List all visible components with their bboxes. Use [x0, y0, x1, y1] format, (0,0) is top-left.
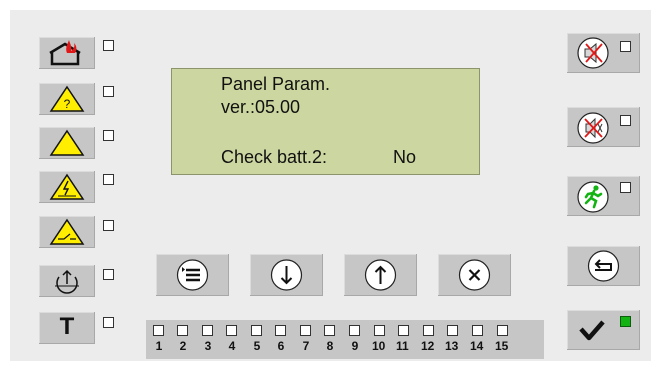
line-warning-icon	[49, 218, 85, 245]
lcd-line-1: Panel Param.	[221, 74, 331, 94]
zone-number: 7	[302, 339, 310, 353]
disable-led	[103, 269, 114, 280]
zone-led	[447, 325, 458, 336]
control-panel: ? T Panel Param. ver.:05.00 Check batt.2…	[10, 10, 651, 361]
zone-10: 10	[372, 320, 395, 359]
zone-14: 14	[470, 320, 493, 359]
line-fault-button[interactable]	[39, 216, 95, 248]
line-fault-led	[103, 220, 114, 231]
test-button[interactable]: T	[39, 312, 95, 344]
mute-sounder-led	[620, 41, 631, 52]
zone-led	[324, 325, 335, 336]
zone-11: 11	[396, 320, 419, 359]
zone-number: 15	[495, 339, 509, 353]
enter-return-icon	[587, 250, 620, 282]
fire-alarm-led	[103, 40, 114, 51]
zone-led	[202, 325, 213, 336]
zone-led	[497, 325, 508, 336]
power-fault-led	[103, 174, 114, 185]
zone-number: 14	[470, 339, 484, 353]
fire-alarm-button[interactable]	[39, 37, 95, 69]
zone-led	[349, 325, 360, 336]
zone-12: 12	[421, 320, 444, 359]
lcd-line-3-label: Check batt.2:	[221, 147, 328, 167]
zone-led	[275, 325, 286, 336]
zone-1: 1	[152, 320, 174, 359]
cancel-button[interactable]	[438, 254, 511, 296]
mute-buzzer-led	[620, 115, 631, 126]
power-fault-button[interactable]	[39, 171, 95, 203]
zone-led	[300, 325, 311, 336]
down-button[interactable]	[250, 254, 323, 296]
house-fire-icon	[49, 40, 81, 66]
zone-number: 1	[155, 339, 163, 353]
zone-15: 15	[495, 320, 518, 359]
question-warning-icon: ?	[49, 85, 85, 112]
lcd-display: Panel Param. ver.:05.00 Check batt.2: No	[171, 68, 480, 175]
zone-2: 2	[176, 320, 198, 359]
zone-led	[177, 325, 188, 336]
zone-led	[251, 325, 262, 336]
zone-led	[153, 325, 164, 336]
zone-number: 4	[228, 339, 236, 353]
test-t-icon: T	[59, 313, 75, 340]
zone-5: 5	[250, 320, 272, 359]
menu-button[interactable]	[156, 254, 229, 296]
disable-button[interactable]	[39, 265, 95, 297]
zone-7: 7	[299, 320, 321, 359]
arrow-up-icon	[364, 259, 397, 291]
zone-led	[374, 325, 385, 336]
evacuate-led	[620, 182, 631, 193]
up-button[interactable]	[344, 254, 417, 296]
zone-9: 9	[348, 320, 370, 359]
zone-number: 9	[351, 339, 359, 353]
mute-buzzer-button[interactable]	[567, 107, 640, 147]
confirm-led	[620, 316, 631, 327]
zone-led	[423, 325, 434, 336]
unknown-warning-button[interactable]: ?	[39, 83, 95, 115]
zone-6: 6	[274, 320, 296, 359]
test-led	[103, 317, 114, 328]
svg-text:?: ?	[64, 97, 71, 111]
close-x-icon	[458, 259, 491, 291]
mute-sounder-button[interactable]	[567, 33, 640, 73]
lcd-line-2: ver.:05.00	[221, 97, 301, 117]
zone-led	[226, 325, 237, 336]
reset-button[interactable]	[567, 246, 640, 286]
zone-4: 4	[225, 320, 247, 359]
zone-number: 3	[204, 339, 212, 353]
zone-number: 11	[396, 339, 409, 353]
zone-strip: 1 2 3 4 5 6 7 8 9 10 11 12 13 14 15	[146, 320, 544, 359]
speaker-muted-icon	[577, 112, 609, 144]
zone-3: 3	[201, 320, 223, 359]
zone-number: 2	[179, 339, 187, 353]
zone-number: 12	[421, 339, 435, 353]
zone-led	[398, 325, 409, 336]
warning-triangle-icon	[49, 129, 85, 156]
unknown-warning-led	[103, 86, 114, 97]
general-fault-led	[103, 130, 114, 141]
zone-led	[472, 325, 483, 336]
zone-number: 8	[326, 339, 334, 353]
menu-list-icon	[176, 259, 209, 291]
speaker-off-icon	[577, 37, 609, 69]
zone-number: 10	[372, 339, 386, 353]
zone-13: 13	[445, 320, 468, 359]
arrow-down-icon	[270, 259, 303, 291]
general-fault-button[interactable]	[39, 127, 95, 159]
lcd-line-3-value: No	[393, 147, 417, 167]
zone-number: 5	[253, 339, 261, 353]
power-disable-icon	[55, 269, 79, 294]
zone-number: 6	[277, 339, 285, 353]
zone-number: 13	[445, 339, 459, 353]
electrical-warning-icon	[49, 173, 85, 200]
zone-8: 8	[323, 320, 345, 359]
